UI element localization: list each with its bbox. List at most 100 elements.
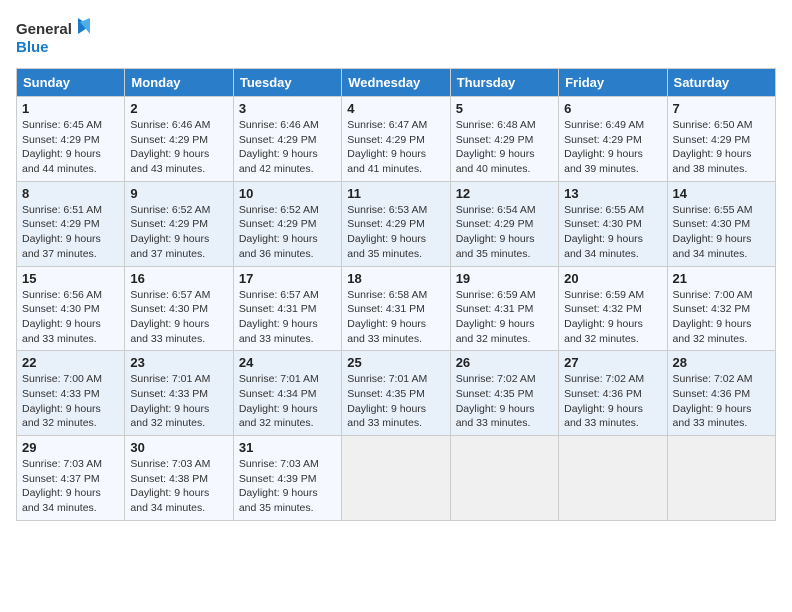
day-number: 4 (347, 101, 444, 116)
day-number: 29 (22, 440, 119, 455)
cell-info: Sunrise: 7:01 AMSunset: 4:35 PMDaylight:… (347, 373, 427, 429)
calendar-cell (559, 436, 667, 521)
cell-info: Sunrise: 7:03 AMSunset: 4:37 PMDaylight:… (22, 458, 102, 514)
cell-info: Sunrise: 6:50 AMSunset: 4:29 PMDaylight:… (673, 119, 753, 175)
cell-info: Sunrise: 7:02 AMSunset: 4:36 PMDaylight:… (564, 373, 644, 429)
week-row-3: 15 Sunrise: 6:56 AMSunset: 4:30 PMDayligh… (17, 266, 776, 351)
calendar-cell: 19 Sunrise: 6:59 AMSunset: 4:31 PMDayligh… (450, 266, 558, 351)
calendar-cell: 8 Sunrise: 6:51 AMSunset: 4:29 PMDaylight… (17, 181, 125, 266)
col-header-monday: Monday (125, 69, 233, 97)
day-number: 22 (22, 355, 119, 370)
page-header: General Blue (16, 16, 776, 60)
cell-info: Sunrise: 7:02 AMSunset: 4:35 PMDaylight:… (456, 373, 536, 429)
week-row-4: 22 Sunrise: 7:00 AMSunset: 4:33 PMDayligh… (17, 351, 776, 436)
cell-info: Sunrise: 6:47 AMSunset: 4:29 PMDaylight:… (347, 119, 427, 175)
day-number: 12 (456, 186, 553, 201)
calendar-cell: 21 Sunrise: 7:00 AMSunset: 4:32 PMDayligh… (667, 266, 775, 351)
calendar-cell: 30Sunrise: 7:03 AMSunset: 4:38 PMDayligh… (125, 436, 233, 521)
day-number: 27 (564, 355, 661, 370)
day-number: 17 (239, 271, 336, 286)
day-number: 5 (456, 101, 553, 116)
day-number: 26 (456, 355, 553, 370)
day-number: 3 (239, 101, 336, 116)
day-number: 7 (673, 101, 770, 116)
cell-info: Sunrise: 6:48 AMSunset: 4:29 PMDaylight:… (456, 119, 536, 175)
cell-info: Sunrise: 6:58 AMSunset: 4:31 PMDaylight:… (347, 289, 427, 345)
cell-info: Sunrise: 6:57 AMSunset: 4:31 PMDaylight:… (239, 289, 319, 345)
svg-text:Blue: Blue (16, 39, 49, 56)
day-number: 30 (130, 440, 227, 455)
cell-info: Sunrise: 6:52 AMSunset: 4:29 PMDaylight:… (239, 204, 319, 260)
cell-info: Sunrise: 6:46 AMSunset: 4:29 PMDaylight:… (130, 119, 210, 175)
logo-svg: General Blue (16, 16, 96, 60)
cell-info: Sunrise: 6:59 AMSunset: 4:31 PMDaylight:… (456, 289, 536, 345)
calendar-cell: 7 Sunrise: 6:50 AMSunset: 4:29 PMDaylight… (667, 97, 775, 182)
day-number: 14 (673, 186, 770, 201)
calendar-cell: 18Sunrise: 6:58 AMSunset: 4:31 PMDayligh… (342, 266, 450, 351)
cell-info: Sunrise: 6:55 AMSunset: 4:30 PMDaylight:… (564, 204, 644, 260)
day-number: 2 (130, 101, 227, 116)
calendar-cell: 20Sunrise: 6:59 AMSunset: 4:32 PMDayligh… (559, 266, 667, 351)
calendar-cell: 29 Sunrise: 7:03 AMSunset: 4:37 PMDayligh… (17, 436, 125, 521)
svg-text:General: General (16, 21, 72, 38)
calendar-cell: 1Sunrise: 6:45 AMSunset: 4:29 PMDaylight… (17, 97, 125, 182)
calendar-cell: 27 Sunrise: 7:02 AMSunset: 4:36 PMDayligh… (559, 351, 667, 436)
day-number: 15 (22, 271, 119, 286)
calendar-cell: 4 Sunrise: 6:47 AMSunset: 4:29 PMDaylight… (342, 97, 450, 182)
cell-info: Sunrise: 6:52 AMSunset: 4:29 PMDaylight:… (130, 204, 210, 260)
day-number: 28 (673, 355, 770, 370)
day-number: 19 (456, 271, 553, 286)
day-number: 24 (239, 355, 336, 370)
col-header-sunday: Sunday (17, 69, 125, 97)
day-number: 13 (564, 186, 661, 201)
cell-info: Sunrise: 7:02 AMSunset: 4:36 PMDaylight:… (673, 373, 753, 429)
day-number: 16 (130, 271, 227, 286)
calendar-cell: 12 Sunrise: 6:54 AMSunset: 4:29 PMDayligh… (450, 181, 558, 266)
day-number: 11 (347, 186, 444, 201)
cell-info: Sunrise: 6:53 AMSunset: 4:29 PMDaylight:… (347, 204, 427, 260)
cell-info: Sunrise: 6:54 AMSunset: 4:29 PMDaylight:… (456, 204, 536, 260)
calendar-cell: 2 Sunrise: 6:46 AMSunset: 4:29 PMDaylight… (125, 97, 233, 182)
calendar-table: SundayMondayTuesdayWednesdayThursdayFrid… (16, 68, 776, 521)
day-number: 1 (22, 101, 119, 116)
calendar-cell: 26 Sunrise: 7:02 AMSunset: 4:35 PMDayligh… (450, 351, 558, 436)
day-number: 21 (673, 271, 770, 286)
cell-info: Sunrise: 6:49 AMSunset: 4:29 PMDaylight:… (564, 119, 644, 175)
calendar-cell: 15 Sunrise: 6:56 AMSunset: 4:30 PMDayligh… (17, 266, 125, 351)
cell-info: Sunrise: 6:51 AMSunset: 4:29 PMDaylight:… (22, 204, 102, 260)
cell-info: Sunrise: 7:01 AMSunset: 4:33 PMDaylight:… (130, 373, 210, 429)
week-row-5: 29 Sunrise: 7:03 AMSunset: 4:37 PMDayligh… (17, 436, 776, 521)
calendar-cell: 9 Sunrise: 6:52 AMSunset: 4:29 PMDaylight… (125, 181, 233, 266)
day-number: 8 (22, 186, 119, 201)
cell-info: Sunrise: 6:56 AMSunset: 4:30 PMDaylight:… (22, 289, 102, 345)
cell-info: Sunrise: 7:00 AMSunset: 4:33 PMDaylight:… (22, 373, 102, 429)
day-number: 31 (239, 440, 336, 455)
header-row: SundayMondayTuesdayWednesdayThursdayFrid… (17, 69, 776, 97)
calendar-cell (342, 436, 450, 521)
day-number: 9 (130, 186, 227, 201)
week-row-2: 8 Sunrise: 6:51 AMSunset: 4:29 PMDaylight… (17, 181, 776, 266)
col-header-wednesday: Wednesday (342, 69, 450, 97)
calendar-cell: 24 Sunrise: 7:01 AMSunset: 4:34 PMDayligh… (233, 351, 341, 436)
cell-info: Sunrise: 6:57 AMSunset: 4:30 PMDaylight:… (130, 289, 210, 345)
calendar-cell: 13 Sunrise: 6:55 AMSunset: 4:30 PMDayligh… (559, 181, 667, 266)
calendar-cell: 11 Sunrise: 6:53 AMSunset: 4:29 PMDayligh… (342, 181, 450, 266)
cell-info: Sunrise: 7:01 AMSunset: 4:34 PMDaylight:… (239, 373, 319, 429)
calendar-cell: 17 Sunrise: 6:57 AMSunset: 4:31 PMDayligh… (233, 266, 341, 351)
calendar-cell (667, 436, 775, 521)
calendar-cell: 5 Sunrise: 6:48 AMSunset: 4:29 PMDaylight… (450, 97, 558, 182)
logo: General Blue (16, 16, 96, 60)
calendar-cell: 23Sunrise: 7:01 AMSunset: 4:33 PMDayligh… (125, 351, 233, 436)
cell-info: Sunrise: 6:46 AMSunset: 4:29 PMDaylight:… (239, 119, 319, 175)
cell-info: Sunrise: 7:00 AMSunset: 4:32 PMDaylight:… (673, 289, 753, 345)
cell-info: Sunrise: 6:59 AMSunset: 4:32 PMDaylight:… (564, 289, 644, 345)
calendar-cell: 10 Sunrise: 6:52 AMSunset: 4:29 PMDayligh… (233, 181, 341, 266)
calendar-cell: 3 Sunrise: 6:46 AMSunset: 4:29 PMDaylight… (233, 97, 341, 182)
day-number: 10 (239, 186, 336, 201)
week-row-1: 1Sunrise: 6:45 AMSunset: 4:29 PMDaylight… (17, 97, 776, 182)
calendar-cell (450, 436, 558, 521)
cell-info: Sunrise: 7:03 AMSunset: 4:39 PMDaylight:… (239, 458, 319, 514)
calendar-cell: 25Sunrise: 7:01 AMSunset: 4:35 PMDayligh… (342, 351, 450, 436)
calendar-cell: 28 Sunrise: 7:02 AMSunset: 4:36 PMDayligh… (667, 351, 775, 436)
calendar-cell: 14Sunrise: 6:55 AMSunset: 4:30 PMDayligh… (667, 181, 775, 266)
